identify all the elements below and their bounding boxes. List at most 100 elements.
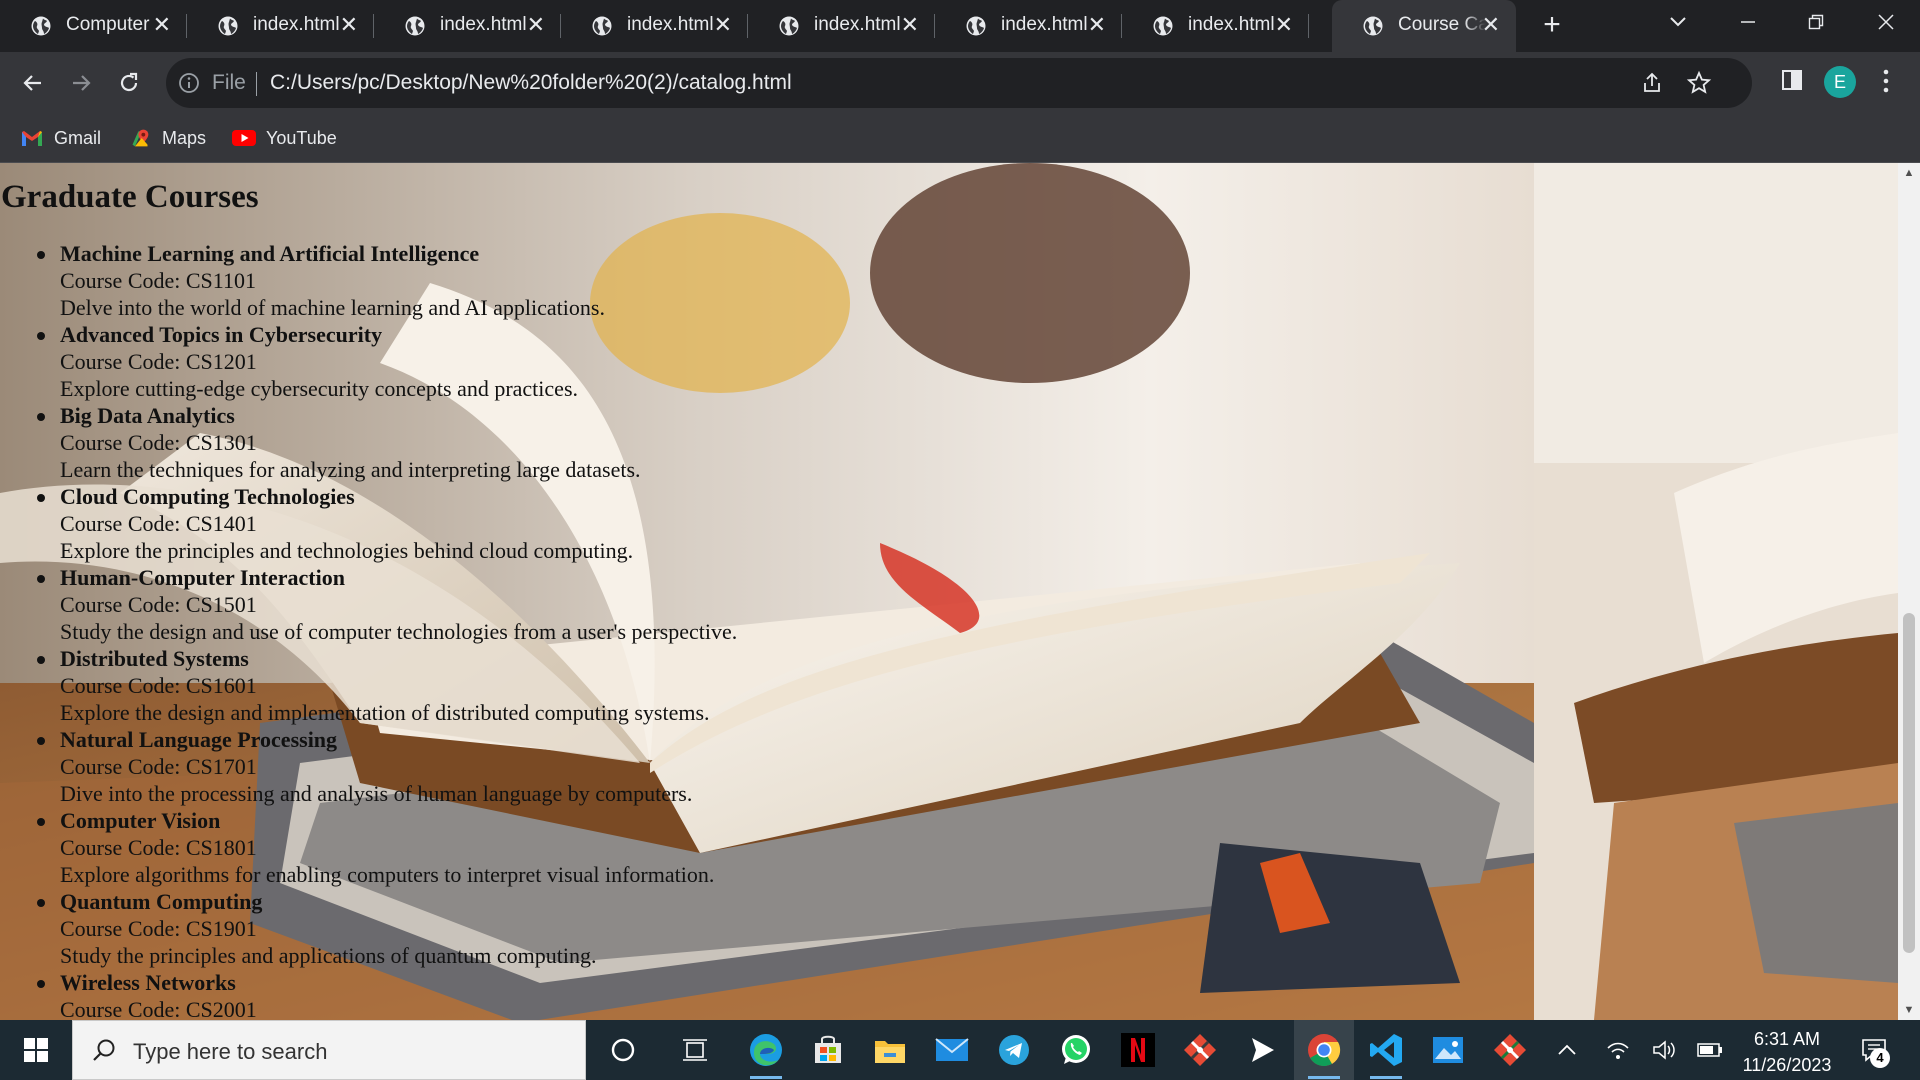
close-tab-icon[interactable]: ✕ — [527, 13, 545, 37]
course-description: Dive into the processing and analysis of… — [60, 781, 693, 806]
forward-button[interactable] — [64, 66, 98, 100]
course-list-item: Computer Vision Course Code: CS1801 Explor… — [0, 807, 1534, 888]
more-menu-icon[interactable] — [1878, 68, 1894, 94]
taskbar-clock[interactable]: 6:31 AM 11/26/2023 — [1728, 1026, 1846, 1078]
close-tab-icon[interactable]: ✕ — [1482, 13, 1500, 37]
taskbar-chrome[interactable] — [1294, 1020, 1354, 1080]
tab-2[interactable]: index.html ✕ — [187, 0, 374, 52]
bookmark-star-icon[interactable] — [1686, 70, 1712, 96]
battery-tray-button[interactable] — [1692, 1020, 1728, 1080]
course-list-item: Wireless Networks Course Code: CS2001 — [0, 969, 1534, 1020]
tab-4[interactable]: index.html ✕ — [561, 0, 748, 52]
maps-icon — [132, 129, 149, 147]
search-icon — [93, 1039, 115, 1061]
tab-8[interactable]: Course Catalog✕ — [1332, 0, 1516, 52]
url-text[interactable]: C:/Users/pc/Desktop/New%20folder%20(2)/c… — [270, 71, 792, 95]
tab-5[interactable]: index.html ✕ — [748, 0, 935, 52]
close-tab-icon[interactable]: ✕ — [901, 13, 919, 37]
cortana-button[interactable] — [593, 1020, 653, 1080]
tab-search-button[interactable] — [1644, 0, 1712, 44]
restore-button[interactable] — [1782, 0, 1850, 44]
minimize-button[interactable] — [1714, 0, 1782, 44]
info-icon[interactable] — [178, 72, 200, 94]
tab-7[interactable]: index.html ✕ — [1122, 0, 1309, 52]
page-scrollbar[interactable]: ▲ ▼ — [1898, 163, 1920, 1020]
scroll-up-arrow[interactable]: ▲ — [1898, 163, 1920, 183]
bookmark-youtube[interactable]: YouTube — [232, 124, 337, 152]
taskbar-media-player[interactable] — [1232, 1020, 1292, 1080]
course-description: Delve into the world of machine learning… — [60, 295, 605, 320]
taskbar-netflix[interactable] — [1108, 1020, 1168, 1080]
bullet-icon — [37, 818, 45, 826]
taskbar-vscode[interactable] — [1356, 1020, 1416, 1080]
tab-6[interactable]: index.html ✕ — [935, 0, 1122, 52]
scrollbar-thumb[interactable] — [1903, 613, 1915, 953]
browser-toolbar: File C:/Users/pc/Desktop/New%20folder%20… — [0, 52, 1920, 114]
tab-title: index.html — [253, 14, 340, 35]
taskbar-photos[interactable] — [1418, 1020, 1478, 1080]
bookmark-label: YouTube — [266, 127, 337, 148]
course-code: Course Code: CS1301 — [60, 430, 257, 455]
course-description: Explore the principles and technologies … — [60, 538, 634, 563]
close-tab-icon[interactable]: ✕ — [340, 13, 358, 37]
course-list-item: Cloud Computing Technologies Course Code:… — [0, 483, 1534, 564]
wifi-icon — [1607, 1042, 1629, 1059]
taskbar-store[interactable] — [798, 1020, 858, 1080]
tab-3[interactable]: index.html ✕ — [374, 0, 561, 52]
bullet-icon — [37, 656, 45, 664]
youtube-icon — [232, 130, 256, 146]
back-button[interactable] — [16, 66, 50, 100]
restore-icon — [1808, 14, 1824, 30]
address-bar[interactable]: File C:/Users/pc/Desktop/New%20folder%20… — [166, 58, 1752, 108]
profile-avatar[interactable]: E — [1824, 66, 1856, 98]
bullet-icon — [37, 575, 45, 583]
tab-1[interactable]: Computer ✕ — [0, 0, 187, 52]
close-tab-icon[interactable]: ✕ — [714, 13, 732, 37]
taskbar-whatsapp[interactable] — [1046, 1020, 1106, 1080]
globe-icon — [218, 16, 238, 36]
arrow-left-icon — [23, 75, 41, 91]
chrome-icon — [1308, 1034, 1341, 1067]
network-tray-button[interactable] — [1600, 1020, 1636, 1080]
netflix-icon — [1121, 1033, 1155, 1067]
tab-title: index.html — [627, 14, 714, 35]
close-tab-icon[interactable]: ✕ — [153, 13, 171, 37]
side-panel-icon[interactable] — [1780, 68, 1804, 92]
bullet-icon — [37, 413, 45, 421]
taskbar-edge[interactable] — [736, 1020, 796, 1080]
start-button[interactable] — [0, 1020, 72, 1080]
close-window-button[interactable] — [1852, 0, 1920, 44]
gmail-icon — [22, 131, 42, 146]
task-view-button[interactable] — [665, 1020, 725, 1080]
course-name: Wireless Networks — [60, 970, 236, 995]
taskbar-mail[interactable] — [922, 1020, 982, 1080]
course-list: Machine Learning and Artificial Intellig… — [0, 240, 1534, 1020]
volume-tray-button[interactable] — [1646, 1020, 1682, 1080]
taskbar-telegram[interactable] — [984, 1020, 1044, 1080]
new-tab-button[interactable]: + — [1536, 10, 1568, 42]
cortana-icon — [611, 1038, 635, 1062]
course-name: Natural Language Processing — [60, 727, 338, 752]
show-hidden-icons-button[interactable] — [1552, 1020, 1582, 1080]
bookmark-gmail[interactable]: Gmail — [20, 124, 101, 152]
close-tab-icon[interactable]: ✕ — [1088, 13, 1106, 37]
scroll-down-arrow[interactable]: ▼ — [1898, 1000, 1920, 1020]
scheme-label: File — [212, 71, 246, 94]
course-description: Study the principles and applications of… — [60, 943, 597, 968]
git-icon — [1184, 1034, 1216, 1066]
tab-title: index.html — [1001, 14, 1088, 35]
taskbar-git[interactable] — [1170, 1020, 1230, 1080]
share-icon[interactable] — [1640, 71, 1664, 95]
taskbar-file-explorer[interactable] — [860, 1020, 920, 1080]
globe-icon — [1153, 16, 1173, 36]
bookmark-maps[interactable]: Maps — [128, 124, 206, 152]
task-view-icon — [683, 1039, 707, 1061]
taskbar-search-box[interactable]: Type here to search — [72, 1020, 586, 1080]
mail-icon — [935, 1038, 969, 1061]
reload-button[interactable] — [112, 66, 146, 100]
page-viewport: Graduate Courses Machine Learning and Ar… — [0, 163, 1898, 1020]
search-placeholder: Type here to search — [133, 1039, 328, 1064]
close-tab-icon[interactable]: ✕ — [1275, 13, 1293, 37]
taskbar-git-gui[interactable] — [1480, 1020, 1540, 1080]
tab-title: index.html — [440, 14, 527, 35]
